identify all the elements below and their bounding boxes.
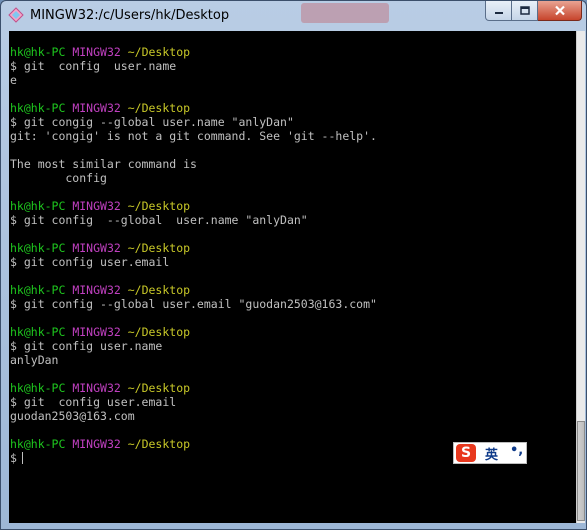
maximize-icon [519,5,530,15]
terminal-line: $ git config --global user.email "guodan… [10,297,377,311]
prompt-user-host: hk@hk-PC [10,437,66,451]
terminal-lines: hk@hk-PC MINGW32 ~/Desktop $ git config u… [10,45,377,465]
terminal-text: config [10,171,107,185]
terminal-line: hk@hk-PC MINGW32 ~/Desktop [10,199,377,213]
current-input-line[interactable]: $ [10,451,377,465]
prompt-user-host: hk@hk-PC [10,199,66,213]
terminal-line: e [10,73,377,87]
ime-punctuation-toggle[interactable]: •, [510,443,523,458]
maximize-button[interactable] [512,1,538,21]
prompt-path: ~/Desktop [127,199,191,213]
terminal-text: anlyDan [10,353,59,367]
prompt-user-host: hk@hk-PC [10,45,66,59]
close-icon [554,5,565,16]
prompt-path: ~/Desktop [127,101,191,115]
terminal-line: git: 'congig' is not a git command. See … [10,129,377,143]
prompt-user-host: hk@hk-PC [10,101,66,115]
terminal-line: hk@hk-PC MINGW32 ~/Desktop [10,381,377,395]
prompt-path: ~/Desktop [127,437,191,451]
background-window-ghost [301,3,389,23]
terminal-text: The most similar command is [10,157,197,171]
terminal-line: config [10,171,377,185]
prompt-path: ~/Desktop [127,325,191,339]
terminal-line: hk@hk-PC MINGW32 ~/Desktop [10,241,377,255]
terminal-line: hk@hk-PC MINGW32 ~/Desktop [10,437,377,451]
vertical-scrollbar[interactable] [576,31,585,523]
terminal-line: hk@hk-PC MINGW32 ~/Desktop [10,45,377,59]
prompt-path: ~/Desktop [127,381,191,395]
window-title: MINGW32:/c/Users/hk/Desktop [30,8,230,23]
ime-status-bar[interactable]: S 英 •, [453,442,527,464]
terminal-line: hk@hk-PC MINGW32 ~/Desktop [10,283,377,297]
prompt-path: ~/Desktop [127,283,191,297]
terminal-text: $ git congig --global user.name "anlyDan… [10,115,294,129]
prompt-shell-name: MINGW32 [72,283,121,297]
close-button[interactable] [538,1,582,21]
terminal-line: hk@hk-PC MINGW32 ~/Desktop [10,325,377,339]
terminal-text: $ git config user.email [10,255,170,269]
terminal-line: The most similar command is [10,157,377,171]
text-cursor [21,452,23,464]
caption-buttons [485,1,582,21]
prompt-path: ~/Desktop [127,241,191,255]
terminal-line: guodan2503@163.com [10,409,377,423]
prompt-user-host: hk@hk-PC [10,241,66,255]
terminal-line: $ git congig --global user.name "anlyDan… [10,115,377,129]
mingw-diamond-icon [8,7,24,23]
terminal-text: guodan2503@163.com [10,409,135,423]
prompt-symbol: $ [10,451,17,465]
terminal-line: $ git config user.email [10,255,377,269]
prompt-shell-name: MINGW32 [72,45,121,59]
prompt-shell-name: MINGW32 [72,325,121,339]
prompt-shell-name: MINGW32 [72,199,121,213]
terminal-line: $ git config --global user.name "anlyDan… [10,213,377,227]
scrollbar-thumb[interactable] [577,421,585,521]
minimize-button[interactable] [485,1,512,21]
terminal-window: MINGW32:/c/Users/hk/Desktop hk@hk-PC MIN… [0,0,587,530]
terminal-text: $ git config user.name [10,59,177,73]
terminal-text: e [10,73,17,87]
title-bar[interactable]: MINGW32:/c/Users/hk/Desktop [1,1,586,31]
terminal-line: hk@hk-PC MINGW32 ~/Desktop [10,101,377,115]
sogou-logo-icon: S [456,444,476,462]
terminal-text: $ git config --global user.name "anlyDan… [10,213,308,227]
terminal-text: git: 'congig' is not a git command. See … [10,129,377,143]
terminal-line: $ git config user.email [10,395,377,409]
prompt-shell-name: MINGW32 [72,381,121,395]
terminal-text: $ git config user.name [10,339,163,353]
ime-language-label[interactable]: 英 [485,444,498,463]
prompt-shell-name: MINGW32 [72,437,121,451]
terminal-text: $ git config --global user.email "guodan… [10,297,377,311]
prompt-user-host: hk@hk-PC [10,325,66,339]
terminal-line: anlyDan [10,353,377,367]
terminal-line: $ git config user.name [10,59,377,73]
terminal-text: $ git config user.email [10,395,177,409]
prompt-shell-name: MINGW32 [72,241,121,255]
prompt-user-host: hk@hk-PC [10,283,66,297]
minimize-icon [494,11,503,14]
prompt-path: ~/Desktop [127,45,191,59]
terminal-line: $ git config user.name [10,339,377,353]
prompt-user-host: hk@hk-PC [10,381,66,395]
prompt-shell-name: MINGW32 [72,101,121,115]
